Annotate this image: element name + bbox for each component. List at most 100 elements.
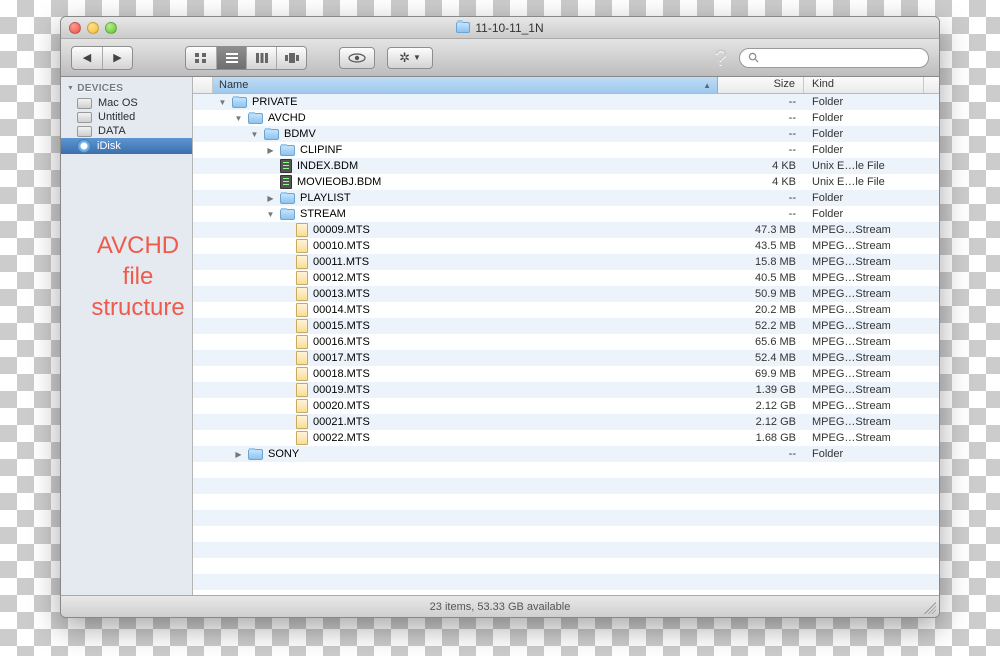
search-box[interactable] — [739, 48, 929, 68]
row-size-cell: 69.9 MB — [718, 368, 804, 380]
resize-grip[interactable] — [924, 602, 936, 614]
row-size-cell: 50.9 MB — [718, 288, 804, 300]
row-size-cell: 1.68 GB — [718, 432, 804, 444]
row-kind-cell: Folder — [804, 96, 924, 108]
file-row[interactable]: 00011.MTS15.8 MBMPEG…Stream — [193, 254, 939, 270]
file-row[interactable]: INDEX.BDM4 KBUnix E…le File — [193, 158, 939, 174]
body: DEVICES Mac OSUntitledDATA iDisk Name ▲ S… — [61, 77, 939, 595]
file-row[interactable]: ▼AVCHD--Folder — [193, 110, 939, 126]
row-name-cell: 00016.MTS — [213, 335, 718, 349]
file-row[interactable]: MOVIEOBJ.BDM4 KBUnix E…le File — [193, 174, 939, 190]
row-name-cell: 00020.MTS — [213, 399, 718, 413]
sort-indicator-icon: ▲ — [703, 81, 711, 90]
icon-view-button[interactable] — [186, 47, 216, 69]
row-name-label: PRIVATE — [252, 96, 297, 108]
sidebar-item[interactable]: Mac OS — [61, 96, 192, 110]
sidebar-section-header[interactable]: DEVICES — [61, 81, 192, 96]
empty-row — [193, 462, 939, 478]
row-kind-cell: MPEG…Stream — [804, 336, 924, 348]
coverflow-view-button[interactable] — [276, 47, 306, 69]
row-name-cell: 00022.MTS — [213, 431, 718, 445]
row-kind-cell: Unix E…le File — [804, 176, 924, 188]
file-row[interactable]: ▶SONY--Folder — [193, 446, 939, 462]
file-row[interactable]: 00017.MTS52.4 MBMPEG…Stream — [193, 350, 939, 366]
window-title: 11-10-11_1N — [456, 21, 543, 35]
sidebar-item-label: Untitled — [98, 111, 135, 123]
empty-row — [193, 510, 939, 526]
row-size-cell: -- — [718, 448, 804, 460]
row-name-label: 00013.MTS — [313, 288, 370, 300]
row-name-cell: 00011.MTS — [213, 255, 718, 269]
zoom-button[interactable] — [105, 22, 117, 34]
file-row[interactable]: 00020.MTS2.12 GBMPEG…Stream — [193, 398, 939, 414]
file-row[interactable]: 00012.MTS40.5 MBMPEG…Stream — [193, 270, 939, 286]
file-row[interactable]: 00009.MTS47.3 MBMPEG…Stream — [193, 222, 939, 238]
sidebar-item-label: iDisk — [97, 140, 121, 152]
column-header-kind[interactable]: Kind — [804, 77, 924, 93]
row-name-cell: 00013.MTS — [213, 287, 718, 301]
file-row[interactable]: 00019.MTS1.39 GBMPEG…Stream — [193, 382, 939, 398]
back-button[interactable]: ◀ — [72, 47, 102, 69]
forward-button[interactable]: ▶ — [102, 47, 132, 69]
column-view-button[interactable] — [246, 47, 276, 69]
file-row[interactable]: 00022.MTS1.68 GBMPEG…Stream — [193, 430, 939, 446]
file-row[interactable]: ▼BDMV--Folder — [193, 126, 939, 142]
row-size-cell: 1.39 GB — [718, 384, 804, 396]
media-file-icon — [296, 383, 308, 397]
sidebar-item[interactable]: Untitled — [61, 110, 192, 124]
titlebar[interactable]: 11-10-11_1N — [61, 17, 939, 39]
search-input[interactable] — [764, 52, 920, 64]
file-row[interactable]: 00013.MTS50.9 MBMPEG…Stream — [193, 286, 939, 302]
empty-row — [193, 526, 939, 542]
row-kind-cell: MPEG…Stream — [804, 304, 924, 316]
coverflow-icon — [285, 53, 299, 63]
folder-icon — [248, 449, 263, 460]
row-name-label: 00019.MTS — [313, 384, 370, 396]
row-size-cell: 52.2 MB — [718, 320, 804, 332]
column-header-name[interactable]: Name ▲ — [213, 77, 718, 93]
sidebar-item[interactable]: DATA — [61, 124, 192, 138]
row-name-label: MOVIEOBJ.BDM — [297, 176, 381, 188]
row-name-cell: 00014.MTS — [213, 303, 718, 317]
file-row[interactable]: 00014.MTS20.2 MBMPEG…Stream — [193, 302, 939, 318]
row-name-cell: 00017.MTS — [213, 351, 718, 365]
row-size-cell: -- — [718, 208, 804, 220]
unix-file-icon — [280, 159, 292, 173]
row-name-cell: ▶PLAYLIST — [213, 192, 718, 204]
row-kind-cell: Folder — [804, 208, 924, 220]
row-name-label: 00016.MTS — [313, 336, 370, 348]
media-file-icon — [296, 287, 308, 301]
statusbar: 23 items, 53.33 GB available — [61, 595, 939, 617]
window-title-text: 11-10-11_1N — [475, 21, 543, 35]
file-row[interactable]: 00015.MTS52.2 MBMPEG…Stream — [193, 318, 939, 334]
row-name-label: 00021.MTS — [313, 416, 370, 428]
column-header-size[interactable]: Size — [718, 77, 804, 93]
folder-icon — [264, 129, 279, 140]
file-row[interactable]: 00018.MTS69.9 MBMPEG…Stream — [193, 366, 939, 382]
minimize-button[interactable] — [87, 22, 99, 34]
file-row[interactable]: ▼STREAM--Folder — [193, 206, 939, 222]
columns-icon — [256, 53, 268, 63]
quicklook-button[interactable] — [339, 47, 375, 69]
file-row[interactable]: ▶PLAYLIST--Folder — [193, 190, 939, 206]
file-row[interactable]: 00021.MTS2.12 GBMPEG…Stream — [193, 414, 939, 430]
media-file-icon — [296, 431, 308, 445]
empty-row — [193, 494, 939, 510]
help-icon[interactable]: ? — [715, 45, 727, 71]
file-row[interactable]: 00016.MTS65.6 MBMPEG…Stream — [193, 334, 939, 350]
action-button[interactable]: ✲ ▼ — [387, 47, 433, 69]
row-name-label: 00015.MTS — [313, 320, 370, 332]
file-row[interactable]: ▶CLIPINF--Folder — [193, 142, 939, 158]
file-row[interactable]: 00010.MTS43.5 MBMPEG…Stream — [193, 238, 939, 254]
sidebar-item[interactable]: iDisk — [61, 138, 192, 154]
row-size-cell: -- — [718, 192, 804, 204]
row-kind-cell: Unix E…le File — [804, 160, 924, 172]
file-row[interactable]: ▼PRIVATE--Folder — [193, 94, 939, 110]
list-view-button[interactable] — [216, 47, 246, 69]
empty-row — [193, 542, 939, 558]
close-button[interactable] — [69, 22, 81, 34]
folder-icon — [280, 145, 295, 156]
col-spacer — [193, 77, 213, 93]
folder-icon — [280, 209, 295, 220]
status-text: 23 items, 53.33 GB available — [430, 601, 571, 613]
